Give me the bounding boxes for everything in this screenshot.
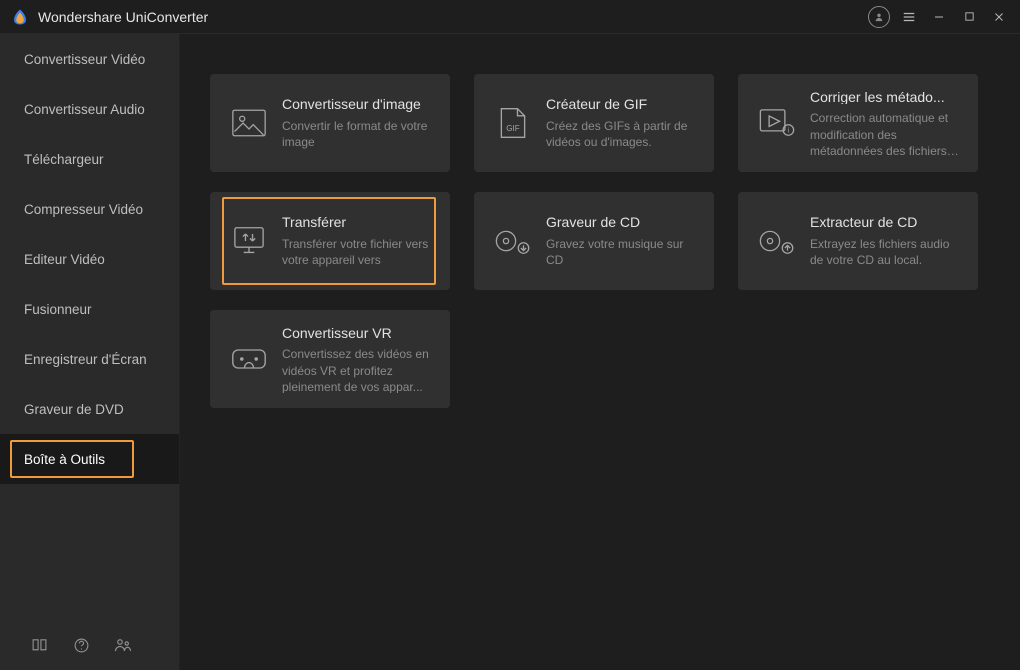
card-title: Créateur de GIF bbox=[546, 96, 700, 112]
card-desc: Convertir le format de votre image bbox=[282, 118, 436, 150]
sidebar-item-label: Compresseur Vidéo bbox=[24, 202, 143, 217]
sidebar-item-video-converter[interactable]: Convertisseur Vidéo bbox=[0, 34, 179, 84]
card-title: Transférer bbox=[282, 214, 436, 230]
content-area: Convertisseur Vidéo Convertisseur Audio … bbox=[0, 34, 1020, 670]
tool-card-gif-maker[interactable]: GIF Créateur de GIF Créez des GIFs à par… bbox=[474, 74, 714, 172]
hamburger-menu-button[interactable] bbox=[894, 2, 924, 32]
sidebar-list: Convertisseur Vidéo Convertisseur Audio … bbox=[0, 34, 179, 620]
card-row: Convertisseur VR Convertissez des vidéos… bbox=[210, 310, 990, 408]
card-title: Convertisseur d'image bbox=[282, 96, 436, 112]
sidebar-item-dvd-burner[interactable]: Graveur de DVD bbox=[0, 384, 179, 434]
main-panel: Convertisseur d'image Convertir le forma… bbox=[180, 34, 1020, 670]
card-desc: Transférer votre fichier vers votre appa… bbox=[282, 236, 436, 268]
cd-rip-icon bbox=[752, 207, 802, 275]
maximize-button[interactable] bbox=[954, 2, 984, 32]
card-title: Convertisseur VR bbox=[282, 325, 436, 340]
user-icon bbox=[868, 6, 890, 28]
card-row: Transférer Transférer votre fichier vers… bbox=[210, 192, 990, 290]
card-desc: Correction automatique et modification d… bbox=[810, 110, 964, 157]
card-desc: Créez des GIFs à partir de vidéos ou d'i… bbox=[546, 118, 700, 150]
gif-icon: GIF bbox=[488, 89, 538, 157]
card-desc: Extrayez les fichiers audio de votre CD … bbox=[810, 236, 964, 268]
titlebar: Wondershare UniConverter bbox=[0, 0, 1020, 34]
card-title: Graveur de CD bbox=[546, 214, 700, 230]
app-title: Wondershare UniConverter bbox=[38, 9, 208, 25]
close-button[interactable] bbox=[984, 2, 1014, 32]
guide-icon[interactable] bbox=[30, 636, 48, 654]
tool-card-transfer[interactable]: Transférer Transférer votre fichier vers… bbox=[210, 192, 450, 290]
sidebar-item-label: Editeur Vidéo bbox=[24, 252, 105, 267]
help-icon[interactable] bbox=[72, 636, 90, 654]
cd-burn-icon bbox=[488, 207, 538, 275]
sidebar-item-merger[interactable]: Fusionneur bbox=[0, 284, 179, 334]
sidebar-item-label: Téléchargeur bbox=[24, 152, 104, 167]
tool-card-fix-metadata[interactable]: i Corriger les métado... Correction auto… bbox=[738, 74, 978, 172]
sidebar-item-downloader[interactable]: Téléchargeur bbox=[0, 134, 179, 184]
vr-icon bbox=[224, 325, 274, 393]
image-icon bbox=[224, 89, 274, 157]
sidebar-item-label: Convertisseur Audio bbox=[24, 102, 145, 117]
svg-text:i: i bbox=[788, 128, 790, 135]
card-desc: Gravez votre musique sur CD bbox=[546, 236, 700, 268]
minimize-button[interactable] bbox=[924, 2, 954, 32]
sidebar: Convertisseur Vidéo Convertisseur Audio … bbox=[0, 34, 180, 670]
svg-text:GIF: GIF bbox=[506, 124, 519, 133]
transfer-icon bbox=[224, 207, 274, 275]
sidebar-item-label: Convertisseur Vidéo bbox=[24, 52, 145, 67]
card-desc: Convertissez des vidéos en vidéos VR et … bbox=[282, 346, 436, 393]
tool-card-vr-converter[interactable]: Convertisseur VR Convertissez des vidéos… bbox=[210, 310, 450, 408]
sidebar-item-screen-recorder[interactable]: Enregistreur d'Écran bbox=[0, 334, 179, 384]
sidebar-item-label: Graveur de DVD bbox=[24, 402, 124, 417]
sidebar-item-audio-converter[interactable]: Convertisseur Audio bbox=[0, 84, 179, 134]
tool-card-cd-ripper[interactable]: Extracteur de CD Extrayez les fichiers a… bbox=[738, 192, 978, 290]
card-row: Convertisseur d'image Convertir le forma… bbox=[210, 74, 990, 172]
user-account-button[interactable] bbox=[864, 2, 894, 32]
app-logo bbox=[10, 7, 30, 27]
tool-card-cd-burner[interactable]: Graveur de CD Gravez votre musique sur C… bbox=[474, 192, 714, 290]
sidebar-item-video-editor[interactable]: Editeur Vidéo bbox=[0, 234, 179, 284]
card-title: Corriger les métado... bbox=[810, 89, 964, 104]
sidebar-item-label: Boîte à Outils bbox=[24, 452, 105, 467]
sidebar-item-label: Fusionneur bbox=[24, 302, 92, 317]
sidebar-item-toolbox[interactable]: Boîte à Outils bbox=[0, 434, 179, 484]
sidebar-item-video-compressor[interactable]: Compresseur Vidéo bbox=[0, 184, 179, 234]
metadata-icon: i bbox=[752, 89, 802, 157]
sidebar-item-label: Enregistreur d'Écran bbox=[24, 352, 147, 367]
card-title: Extracteur de CD bbox=[810, 214, 964, 230]
sidebar-footer bbox=[0, 620, 179, 670]
tool-card-image-converter[interactable]: Convertisseur d'image Convertir le forma… bbox=[210, 74, 450, 172]
community-icon[interactable] bbox=[114, 636, 132, 654]
